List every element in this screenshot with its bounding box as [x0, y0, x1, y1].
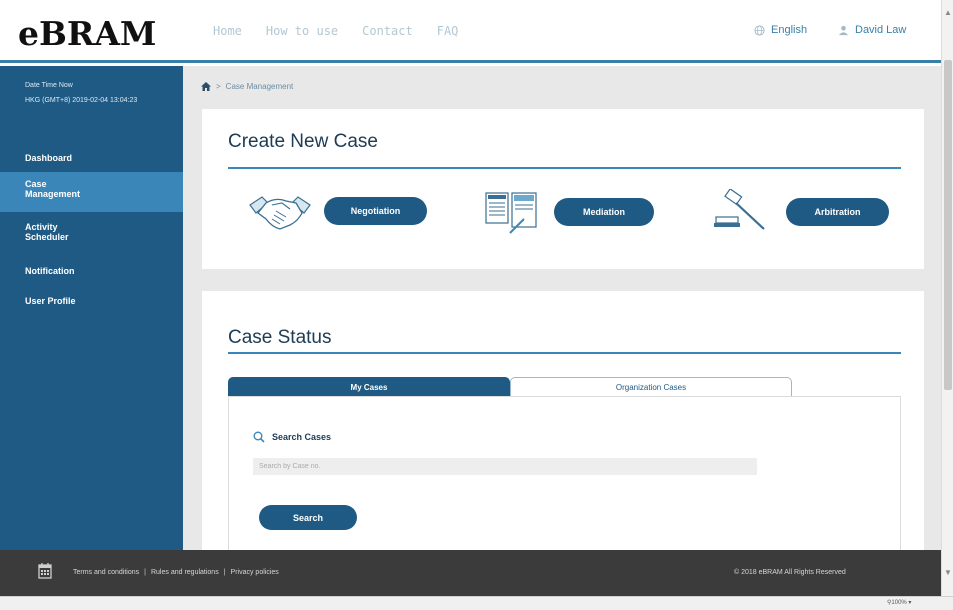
home-icon[interactable] [201, 82, 211, 91]
logo[interactable]: eBRAM [18, 14, 156, 53]
handshake-icon [249, 196, 311, 230]
mediation-button[interactable]: Mediation [554, 198, 654, 226]
top-header: eBRAM Home How to use Contact FAQ Englis… [0, 0, 941, 63]
breadcrumb: > Case Management [201, 82, 293, 91]
create-case-card: Create New Case Negotiation Mediation Ar… [202, 109, 924, 269]
footer-link-rules[interactable]: Rules and regulations [151, 569, 219, 576]
nav-faq[interactable]: FAQ [437, 24, 459, 38]
sidebar-item-activity-scheduler[interactable]: Activity Scheduler [0, 222, 183, 242]
user-menu[interactable]: David Law [838, 24, 906, 36]
sidebar-item-notification[interactable]: Notification [0, 266, 183, 276]
page-scrollbar[interactable]: ▲ ▼ [941, 0, 953, 610]
footer: Terms and conditions | Rules and regulat… [0, 550, 941, 596]
breadcrumb-current[interactable]: Case Management [226, 82, 294, 91]
sidebar-item-user-profile[interactable]: User Profile [0, 296, 183, 306]
zoom-level[interactable]: ⚲100% ▾ [887, 599, 911, 606]
top-nav: Home How to use Contact FAQ [213, 24, 458, 38]
scroll-up-arrow-icon[interactable]: ▲ [944, 8, 952, 17]
sidebar-item-case-management[interactable]: Case Management [0, 172, 183, 212]
nav-contact[interactable]: Contact [362, 24, 413, 38]
tab-organization-cases[interactable]: Organization Cases [510, 377, 792, 397]
title-divider [228, 167, 901, 169]
arbitration-button[interactable]: Arbitration [786, 198, 889, 226]
main-content: > Case Management Create New Case Negoti… [183, 66, 941, 550]
footer-separator: | [144, 569, 146, 576]
case-status-card: Case Status My Cases Organization Cases … [202, 291, 924, 550]
tab-panel: Search Cases Search [228, 396, 901, 550]
case-tabs: My Cases Organization Cases [228, 377, 792, 397]
case-status-title: Case Status [228, 327, 332, 348]
sidebar: Date Time Now HKG (GMT+8) 2019-02-04 13:… [0, 66, 183, 550]
arbitration-option: Arbitration [712, 189, 889, 235]
calendar-icon[interactable] [38, 563, 52, 579]
scroll-thumb[interactable] [944, 60, 952, 390]
language-selector[interactable]: English [754, 24, 807, 36]
user-name: David Law [855, 24, 907, 36]
language-label: English [771, 24, 808, 36]
datetime-label: Date Time Now [25, 82, 73, 89]
browser-status-bar: ⚲100% ▾ [0, 596, 953, 610]
datetime-value: HKG (GMT+8) 2019-02-04 13:04:23 [25, 97, 138, 104]
negotiation-button[interactable]: Negotiation [324, 197, 427, 225]
footer-links: Terms and conditions | Rules and regulat… [73, 569, 279, 576]
search-input[interactable] [253, 458, 757, 475]
create-case-title: Create New Case [228, 131, 378, 152]
footer-link-privacy[interactable]: Privacy policies [231, 569, 279, 576]
scroll-down-arrow-icon[interactable]: ▼ [944, 568, 952, 577]
sidebar-item-dashboard[interactable]: Dashboard [0, 153, 183, 169]
search-cases-label: Search Cases [272, 432, 332, 442]
title-divider [228, 352, 901, 354]
document-sign-icon [485, 192, 537, 234]
search-button[interactable]: Search [259, 505, 357, 530]
user-icon [838, 25, 849, 35]
copyright-text: © 2018 eBRAM All Rights Reserved [734, 569, 846, 576]
negotiation-option: Negotiation [246, 189, 427, 233]
gavel-icon [714, 189, 765, 230]
chevron-down-icon[interactable]: ▾ [907, 600, 911, 606]
breadcrumb-separator: > [216, 82, 221, 91]
tab-my-cases[interactable]: My Cases [228, 377, 510, 397]
footer-link-terms[interactable]: Terms and conditions [73, 569, 139, 576]
nav-home[interactable]: Home [213, 24, 242, 38]
mediation-option: Mediation [484, 189, 654, 235]
zoom-value: 100% [891, 600, 907, 606]
globe-icon [754, 24, 765, 36]
nav-how-to-use[interactable]: How to use [266, 24, 338, 38]
search-cases-header: Search Cases [253, 431, 331, 443]
search-icon [253, 431, 265, 443]
footer-separator: | [223, 569, 226, 576]
